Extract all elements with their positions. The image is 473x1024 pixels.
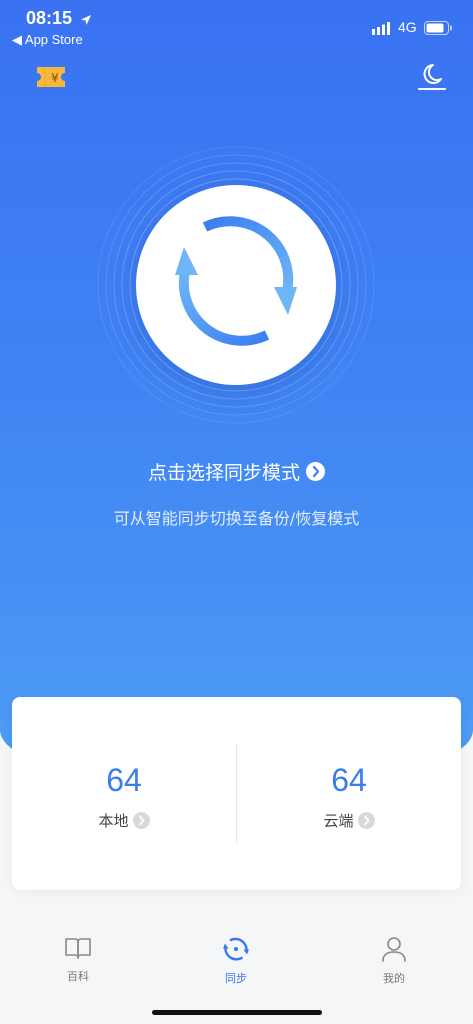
battery-icon (424, 20, 452, 39)
status-time: 08:15 (26, 8, 73, 28)
book-icon (65, 938, 91, 959)
tab-profile[interactable]: 我的 (344, 936, 444, 986)
coupon-symbol: ¥ (51, 71, 59, 85)
person-icon (382, 937, 406, 962)
sync-mode-title-text: 点击选择同步模式 (147, 462, 300, 484)
chevron-right-icon (306, 462, 325, 481)
cloud-count: 64 (331, 762, 367, 798)
status-bar: 08:15 ◀ App Store 4G (0, 0, 473, 50)
moon-icon (418, 64, 446, 90)
sync-mode-title[interactable]: 点击选择同步模式 (0, 458, 473, 485)
tab-bar: 百科 同步 我的 (0, 920, 473, 1024)
local-label: 本地 (98, 812, 129, 830)
tab-sync-label: 同步 (225, 972, 247, 985)
network-type: 4G (398, 19, 417, 35)
tab-sync[interactable]: 同步 (186, 936, 286, 986)
local-count: 64 (106, 762, 142, 798)
home-indicator[interactable] (152, 1010, 322, 1015)
chevron-right-icon (357, 812, 375, 829)
sync-icon (223, 937, 249, 961)
tab-encyclopedia-label: 百科 (67, 970, 89, 983)
back-to-app-store[interactable]: ◀ App Store (12, 32, 83, 48)
location-arrow-icon (80, 11, 92, 30)
local-stat[interactable]: 64 本地 (12, 697, 236, 890)
night-mode-button[interactable] (416, 62, 448, 96)
cloud-stat[interactable]: 64 云端 (237, 697, 461, 890)
cloud-label: 云端 (323, 812, 354, 830)
tab-encyclopedia[interactable]: 百科 (28, 936, 128, 984)
tab-profile-label: 我的 (383, 972, 405, 985)
chevron-right-icon (132, 812, 150, 829)
cellular-signal-icon (372, 20, 392, 39)
coupon-icon[interactable]: ¥ (35, 66, 67, 92)
sync-mode-subtitle: 可从智能同步切换至备份/恢复模式 (113, 509, 360, 528)
sync-arrows-icon (175, 216, 297, 346)
stats-card: 64 本地 64 云端 (12, 697, 461, 890)
